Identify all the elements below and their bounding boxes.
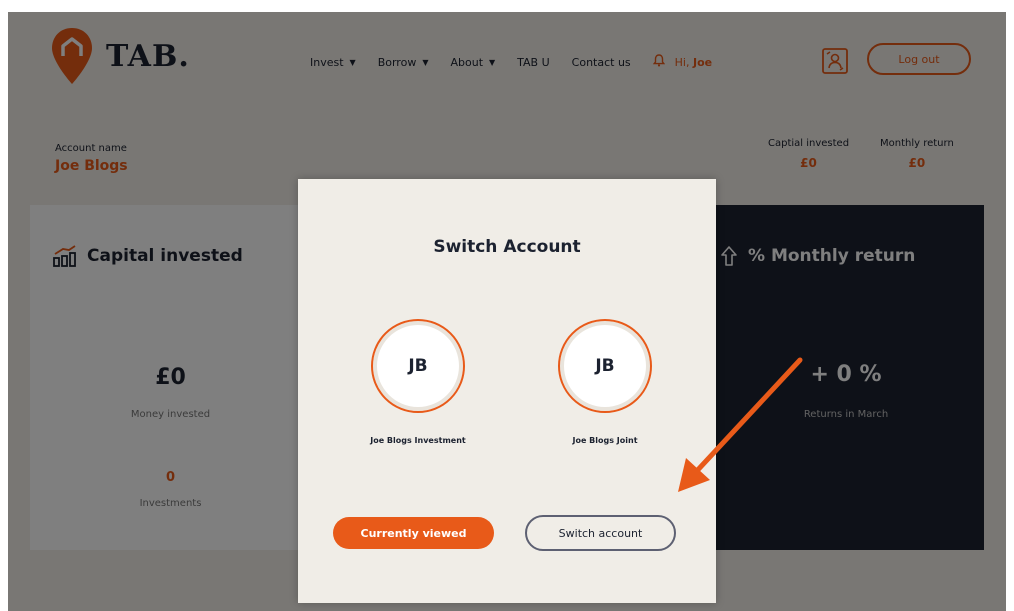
modal-title: Switch Account (433, 237, 581, 257)
currently-viewed-button[interactable]: Currently viewed (333, 517, 494, 549)
app-frame: TAB. Invest ▼ Borrow ▼ About ▼ TAB U Con… (8, 12, 1006, 611)
account-option-label: Joe Blogs Joint (572, 436, 638, 445)
account-option-investment[interactable]: JB Joe Blogs Investment (338, 319, 498, 445)
switch-account-modal: Switch Account JB Joe Blogs Investment J… (298, 179, 716, 603)
avatar[interactable]: JB (371, 319, 465, 413)
switch-account-button[interactable]: Switch account (525, 515, 676, 551)
account-option-label: Joe Blogs Investment (370, 436, 466, 445)
account-option-joint[interactable]: JB Joe Blogs Joint (525, 319, 685, 445)
avatar[interactable]: JB (558, 319, 652, 413)
